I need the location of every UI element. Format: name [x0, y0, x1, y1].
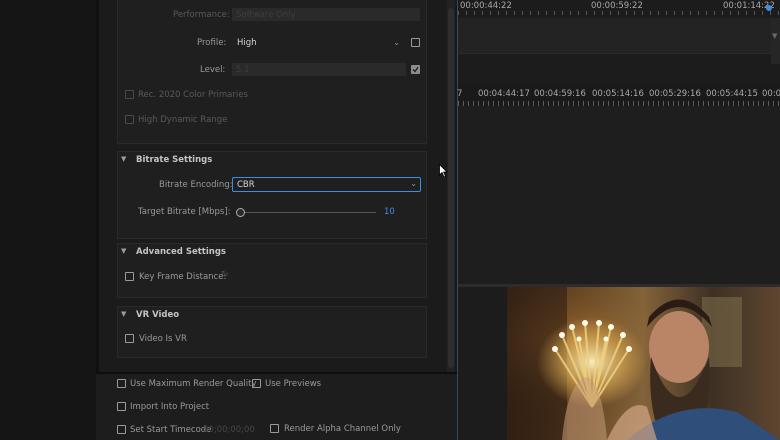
video-is-vr-label: Video Is VR: [139, 334, 187, 344]
profile-match-checkbox[interactable]: [411, 38, 420, 47]
target-bitrate-label: Target Bitrate [Mbps]:: [138, 207, 231, 217]
import-into-project-checkbox[interactable]: [117, 402, 126, 411]
timecode-mid-6: 00:0: [762, 89, 780, 99]
timeline-vertical-scroll[interactable]: ▼: [771, 18, 780, 64]
video-is-vr-checkbox[interactable]: [125, 334, 134, 343]
performance-select[interactable]: Software Only: [232, 8, 420, 21]
webcam-scene: [507, 287, 780, 440]
use-previews-checkbox[interactable]: [252, 379, 261, 388]
advanced-section-chevron-icon[interactable]: ▼: [121, 247, 126, 255]
keyframe-distance-checkbox[interactable]: [125, 272, 134, 281]
timecode-mid-5: 00:05:44:15: [706, 89, 758, 99]
top-ruler-ticks: [458, 11, 780, 15]
checkmark-icon: [412, 66, 419, 73]
timecode-top-1: 00:00:44:22: [460, 1, 512, 11]
render-alpha-label: Render Alpha Channel Only: [284, 424, 401, 434]
slider-track: [240, 212, 376, 213]
profile-label: Profile:: [197, 38, 227, 48]
panel-scrollbar[interactable]: [447, 0, 455, 372]
max-render-quality-checkbox[interactable]: [117, 379, 126, 388]
keyframe-distance-label: Key Frame Distance:: [139, 272, 227, 282]
timecode-mid-1: 00:04:44:17: [478, 89, 530, 99]
profile-select[interactable]: High ⌄: [232, 36, 406, 49]
start-timecode-field[interactable]: 00;00;00;00: [203, 425, 255, 435]
timecode-mid-4: 00:05:29:16: [649, 89, 701, 99]
render-alpha-checkbox[interactable]: [270, 424, 279, 433]
bitrate-encoding-value: CBR: [237, 180, 255, 190]
timeline-body: [458, 106, 780, 286]
max-render-quality-label: Use Maximum Render Quality: [130, 379, 257, 389]
level-value: 5.1: [236, 65, 250, 75]
hdr-checkbox[interactable]: [125, 115, 134, 124]
target-bitrate-value[interactable]: 10: [384, 207, 395, 217]
vr-section-title[interactable]: VR Video: [136, 310, 179, 320]
chevron-down-icon: ⌄: [410, 179, 417, 188]
rec2020-label: Rec. 2020 Color Primaries: [138, 90, 248, 100]
timecode-mid-0: 7: [457, 89, 463, 99]
bitrate-section-title[interactable]: Bitrate Settings: [136, 155, 212, 165]
advanced-section-title[interactable]: Advanced Settings: [136, 247, 226, 257]
use-previews-label: Use Previews: [265, 379, 322, 389]
level-select[interactable]: 5.1: [232, 63, 406, 76]
timecode-mid-2: 00:04:59:16: [534, 89, 586, 99]
import-into-project-label: Import Into Project: [130, 402, 210, 412]
vr-section-chevron-icon[interactable]: ▼: [121, 310, 126, 318]
bitrate-section-chevron-icon[interactable]: ▼: [121, 155, 126, 163]
profile-value: High: [237, 38, 257, 48]
bitrate-encoding-label: Bitrate Encoding:: [159, 180, 233, 190]
performance-label: Performance:: [173, 10, 230, 20]
panel-scrollbar-thumb[interactable]: [448, 8, 454, 368]
rec2020-checkbox[interactable]: [125, 90, 134, 99]
performance-value: Software Only: [236, 10, 296, 20]
level-label: Level:: [200, 65, 226, 75]
set-start-timecode-checkbox[interactable]: [117, 425, 126, 434]
scroll-down-icon[interactable]: ▼: [772, 32, 777, 40]
slider-thumb[interactable]: [236, 208, 245, 217]
target-bitrate-slider[interactable]: [236, 208, 376, 217]
timeline-top-track: [458, 18, 780, 54]
left-gutter: [0, 0, 96, 440]
webcam-video: [507, 287, 780, 440]
timecode-mid-3: 00:05:14:16: [592, 89, 644, 99]
bitrate-encoding-select[interactable]: CBR ⌄: [232, 177, 421, 192]
mouse-pointer-icon: [439, 164, 448, 178]
set-start-timecode-label: Set Start Timecode: [130, 425, 212, 435]
hdr-label: High Dynamic Range: [138, 115, 228, 125]
timecode-top-2: 00:00:59:22: [591, 1, 643, 11]
reset-icon[interactable]: ↻: [221, 270, 229, 280]
chevron-down-icon: ⌄: [393, 38, 400, 47]
level-match-checkbox[interactable]: [411, 65, 420, 74]
